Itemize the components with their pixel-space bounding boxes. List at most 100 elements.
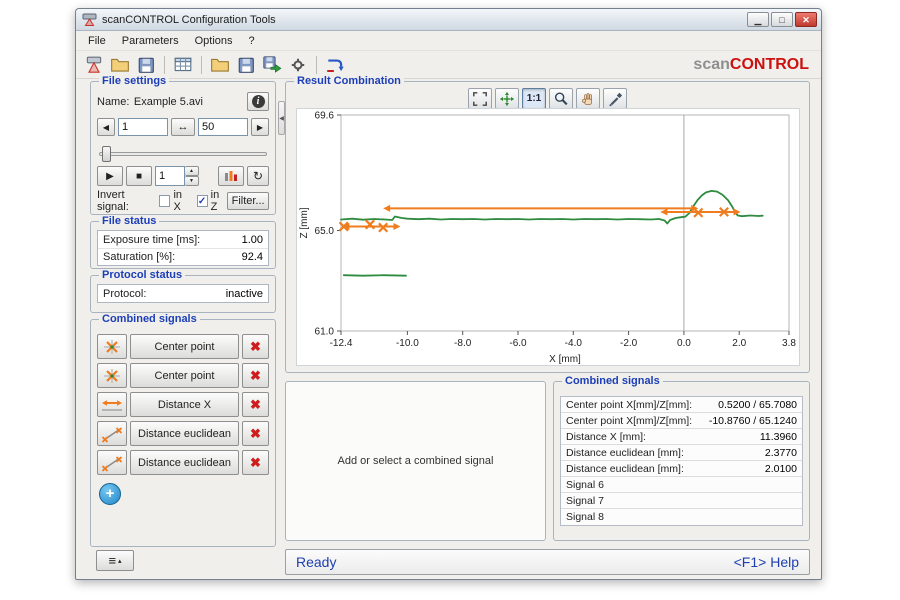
distance-euclidean-icon[interactable]: [97, 421, 127, 446]
exposure-label: Exposure time [ms]:: [103, 234, 200, 246]
signal-row: Distance euclidean ✖: [97, 421, 269, 446]
info-button[interactable]: i: [247, 92, 269, 111]
window-title: scanCONTROL Configuration Tools: [102, 14, 747, 26]
export-icon[interactable]: [260, 53, 284, 77]
spin-arrows: ▲ ▼: [185, 166, 199, 186]
combined-signals-list-title: Combined signals: [99, 313, 200, 325]
open-file-icon[interactable]: [108, 53, 132, 77]
brand-scan: scan: [693, 56, 729, 73]
save-file-icon[interactable]: [134, 53, 158, 77]
distance-euclidean-icon[interactable]: [97, 450, 127, 475]
bar-display-icon: [223, 169, 239, 183]
signal-1-button[interactable]: Center point: [130, 334, 239, 359]
magnifier-icon: [553, 91, 569, 107]
value-label: Distance X [mm]:: [566, 431, 646, 443]
spin-down-button[interactable]: ▼: [185, 176, 199, 186]
protocol-panel: Protocol: inactive: [97, 284, 269, 303]
menu-help[interactable]: ?: [241, 33, 263, 49]
bar-display-button[interactable]: [218, 166, 244, 186]
frame-input[interactable]: [155, 166, 185, 186]
center-point-icon[interactable]: [97, 363, 127, 388]
zoom-reset-button[interactable]: [495, 88, 519, 109]
goto-end-button[interactable]: ▶: [251, 118, 269, 136]
delete-icon: ✖: [250, 426, 261, 442]
signal-5-button[interactable]: Distance euclidean: [130, 450, 239, 475]
close-button[interactable]: ✕: [795, 12, 817, 27]
saturation-label: Saturation [%]:: [103, 251, 175, 263]
delete-icon: ✖: [250, 368, 261, 384]
protocol-row: Protocol: inactive: [98, 285, 268, 302]
signal-2-button[interactable]: Center point: [130, 363, 239, 388]
add-signal-button[interactable]: +: [99, 483, 121, 505]
value-row: Center point X[mm]/Z[mm]: 0.5200 / 65.70…: [561, 397, 802, 413]
signal-row: Distance X ✖: [97, 392, 269, 417]
delete-signal-1-button[interactable]: ✖: [242, 334, 269, 359]
distance-x-icon[interactable]: [97, 392, 127, 417]
svg-text:69.6: 69.6: [315, 111, 335, 122]
table-view-icon[interactable]: [171, 53, 195, 77]
range-span-button[interactable]: ↔: [171, 118, 195, 136]
signal-row: Distance euclidean ✖: [97, 450, 269, 475]
slider-thumb[interactable]: [102, 146, 111, 162]
center-point-icon[interactable]: [97, 334, 127, 359]
titlebar[interactable]: scanCONTROL Configuration Tools ▁ □ ✕: [76, 9, 821, 31]
play-button[interactable]: ▶: [97, 166, 123, 186]
signal-row: Center point ✖: [97, 334, 269, 359]
ref-def-icon[interactable]: [323, 53, 347, 77]
goto-start-button[interactable]: ◀: [97, 118, 115, 136]
info-icon: i: [252, 95, 265, 108]
check-icon: ✓: [198, 196, 206, 207]
filter-button[interactable]: Filter...: [227, 192, 269, 210]
value-row: Distance euclidean [mm]: 2.3770: [561, 445, 802, 461]
protocol-status-title: Protocol status: [99, 269, 185, 281]
close-icon: ✕: [802, 15, 810, 25]
range-end-input[interactable]: [198, 118, 248, 136]
one-to-one-button[interactable]: 1:1: [522, 88, 546, 109]
delete-icon: ✖: [250, 455, 261, 471]
exposure-row: Exposure time [ms]: 1.00: [98, 231, 268, 248]
result-combination-group: Result Combination: [285, 81, 810, 373]
minimize-button[interactable]: ▁: [747, 12, 769, 27]
delete-signal-4-button[interactable]: ✖: [242, 421, 269, 446]
signal-4-button[interactable]: Distance euclidean: [130, 421, 239, 446]
zoom-tool-button[interactable]: [549, 88, 573, 109]
menu-options[interactable]: Options: [187, 33, 241, 49]
refresh-button[interactable]: ↻: [247, 166, 269, 186]
invert-x-checkbox[interactable]: [159, 195, 170, 207]
brand-control: CONTROL: [730, 56, 809, 73]
delete-signal-5-button[interactable]: ✖: [242, 450, 269, 475]
desktop: scanCONTROL Configuration Tools ▁ □ ✕ Fi…: [0, 0, 900, 600]
menu-file[interactable]: File: [80, 33, 114, 49]
content-area: File settings Name: Example 5.avi i ◀ ↔ …: [76, 79, 821, 579]
save-profile-icon[interactable]: [234, 53, 258, 77]
value-row: Center point X[mm]/Z[mm]: -10.8760 / 65.…: [561, 413, 802, 429]
toggle-panel-button[interactable]: ≡▴: [96, 550, 134, 571]
invert-z-checkbox[interactable]: ✓: [197, 195, 208, 207]
invert-z-label: in Z: [211, 189, 228, 213]
maximize-button[interactable]: □: [771, 12, 793, 27]
range-start-input[interactable]: [118, 118, 168, 136]
delete-signal-2-button[interactable]: ✖: [242, 363, 269, 388]
file-name-row: Name: Example 5.avi i: [97, 92, 269, 111]
goto-start-icon: ◀: [103, 123, 109, 132]
menu-parameters[interactable]: Parameters: [114, 33, 187, 49]
protocol-value: inactive: [226, 288, 263, 300]
slider-track[interactable]: [99, 152, 267, 156]
value-label: Center point X[mm]/Z[mm]:: [566, 415, 692, 427]
fit-view-button[interactable]: [468, 88, 492, 109]
signal-3-button[interactable]: Distance X: [130, 392, 239, 417]
pick-tool-button[interactable]: [603, 88, 627, 109]
stop-button[interactable]: ■: [126, 166, 152, 186]
file-status-panel: Exposure time [ms]: 1.00 Saturation [%]:…: [97, 230, 269, 266]
frame-slider[interactable]: [99, 146, 267, 162]
panel-splitter[interactable]: ◀: [278, 101, 285, 135]
combined-signals-values-title: Combined signals: [562, 375, 663, 387]
spin-up-button[interactable]: ▲: [185, 166, 199, 176]
delete-signal-3-button[interactable]: ✖: [242, 392, 269, 417]
profile-chart[interactable]: 69.665.061.0-12.4-10.0-8.0-6.0-4.0-2.00.…: [296, 108, 800, 366]
settings-icon[interactable]: [286, 53, 310, 77]
device-icon[interactable]: [82, 53, 106, 77]
pan-tool-button[interactable]: [576, 88, 600, 109]
svg-text:-6.0: -6.0: [509, 338, 527, 349]
load-profile-icon[interactable]: [208, 53, 232, 77]
